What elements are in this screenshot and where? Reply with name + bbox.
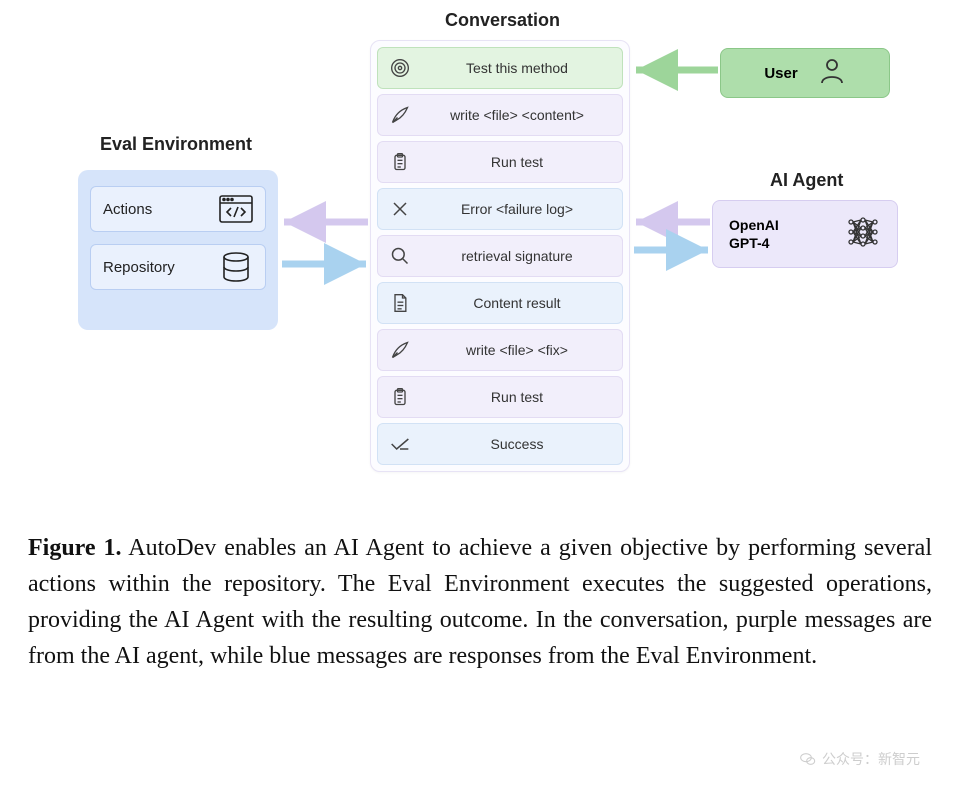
wechat-icon bbox=[800, 752, 816, 766]
conv-item: retrieval signature bbox=[377, 235, 623, 277]
caption-text: AutoDev enables an AI Agent to achieve a… bbox=[28, 535, 932, 669]
clipboard-icon bbox=[388, 150, 412, 174]
watermark-text: 公众号：新智元 bbox=[822, 749, 920, 769]
conv-item: write <file> <fix> bbox=[377, 329, 623, 371]
document-icon bbox=[388, 291, 412, 315]
clipboard-icon bbox=[388, 385, 412, 409]
conv-text: Test this method bbox=[422, 60, 612, 76]
conv-text: retrieval signature bbox=[422, 248, 612, 264]
agent-label: OpenAI GPT-4 bbox=[729, 216, 779, 252]
conv-item: Run test bbox=[377, 376, 623, 418]
actions-card: Actions bbox=[90, 186, 266, 232]
diagram-canvas: Eval Environment Conversation AI Agent A… bbox=[0, 0, 960, 500]
code-window-icon bbox=[219, 195, 253, 223]
quill-icon bbox=[388, 103, 412, 127]
conv-text: Run test bbox=[422, 389, 612, 405]
user-label: User bbox=[764, 65, 797, 82]
search-icon bbox=[388, 244, 412, 268]
conv-item: Test this method bbox=[377, 47, 623, 89]
figure-caption: Figure 1. AutoDev enables an AI Agent to… bbox=[28, 530, 932, 674]
conversation-label: Conversation bbox=[445, 10, 560, 31]
conv-text: write <file> <content> bbox=[422, 107, 612, 123]
x-icon bbox=[388, 197, 412, 221]
conv-item: Run test bbox=[377, 141, 623, 183]
actions-label: Actions bbox=[103, 201, 152, 218]
conv-item: write <file> <content> bbox=[377, 94, 623, 136]
target-icon bbox=[388, 56, 412, 80]
user-icon bbox=[818, 57, 846, 89]
ai-agent-label: AI Agent bbox=[770, 170, 843, 191]
conv-text: Success bbox=[422, 436, 612, 452]
conv-item: Success bbox=[377, 423, 623, 465]
figure-label: Figure 1. bbox=[28, 535, 122, 561]
quill-icon bbox=[388, 338, 412, 362]
conv-text: Error <failure log> bbox=[422, 201, 612, 217]
neural-net-icon bbox=[845, 214, 881, 254]
check-icon bbox=[388, 432, 412, 456]
eval-env-label: Eval Environment bbox=[100, 134, 252, 155]
conv-text: write <file> <fix> bbox=[422, 342, 612, 358]
repository-card: Repository bbox=[90, 244, 266, 290]
repository-label: Repository bbox=[103, 259, 175, 276]
agent-box: OpenAI GPT-4 bbox=[712, 200, 898, 268]
conversation-panel: Test this method write <file> <content> … bbox=[370, 40, 630, 472]
conv-text: Content result bbox=[422, 295, 612, 311]
database-icon bbox=[219, 253, 253, 281]
eval-environment-panel: Actions Repository bbox=[78, 170, 278, 330]
watermark: 公众号：新智元 bbox=[800, 749, 920, 769]
conv-item: Content result bbox=[377, 282, 623, 324]
user-box: User bbox=[720, 48, 890, 98]
conv-item: Error <failure log> bbox=[377, 188, 623, 230]
conv-text: Run test bbox=[422, 154, 612, 170]
